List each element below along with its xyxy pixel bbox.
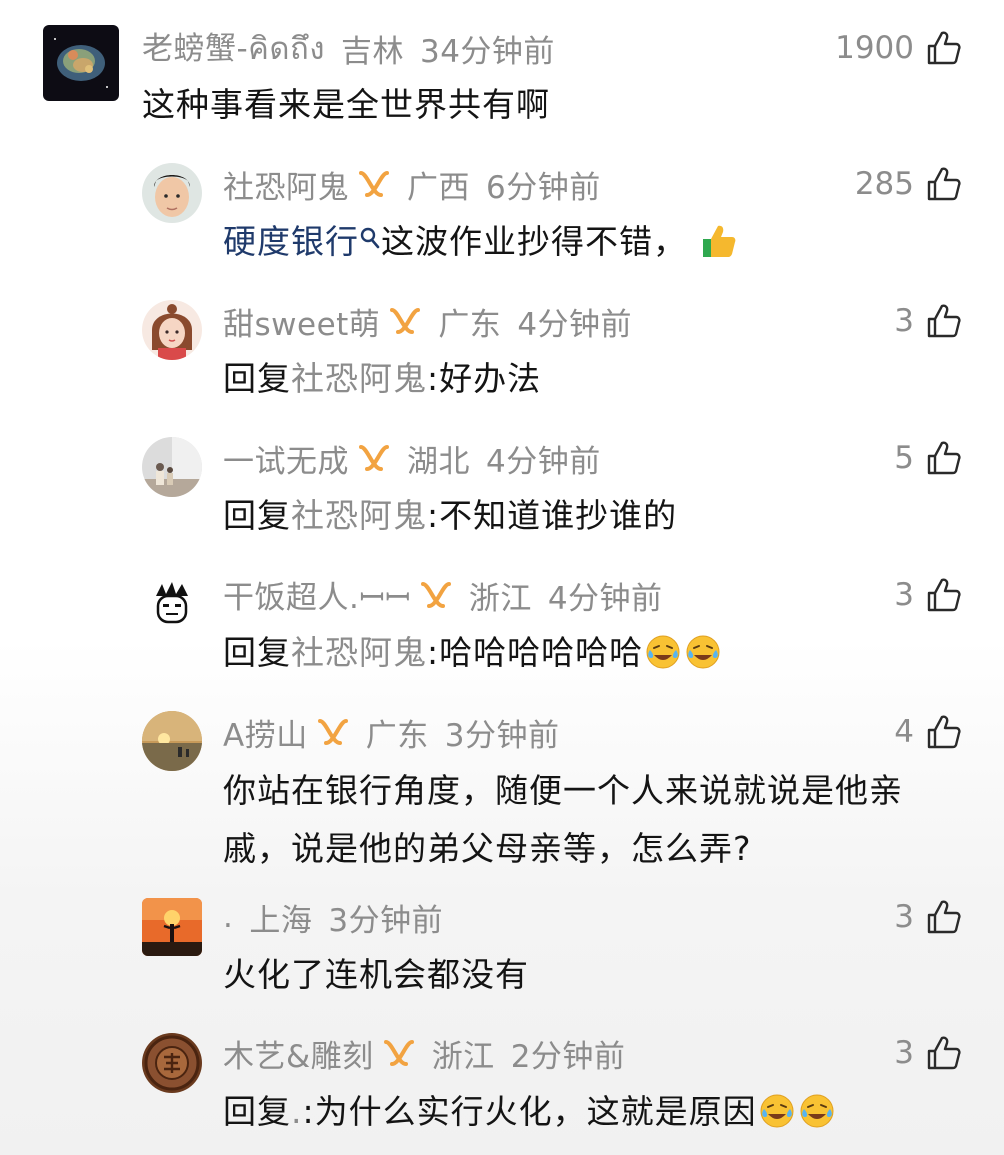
like-button[interactable]: 3 — [894, 299, 962, 343]
thumbs-up-outline-icon[interactable] — [926, 166, 962, 202]
comment-text: 回复.:为什么实行火化，这就是原因 — [223, 1083, 837, 1141]
comment-text-line: 戚，说是他的弟父母亲等，怎么弄? — [223, 829, 752, 868]
timestamp: 4分钟前 — [486, 443, 601, 480]
location: 上海 — [249, 902, 313, 939]
gold-ribbon-badge-icon — [357, 169, 391, 199]
username[interactable]: 木艺&雕刻 — [223, 1031, 374, 1076]
gold-ribbon-badge-icon — [357, 443, 391, 473]
username[interactable]: . — [223, 899, 233, 935]
comment-list: 老螃蟹-คิดถึง 吉林 34分钟前 1900 这种事看来是全世界共有啊 社恐… — [0, 0, 1004, 1155]
thumbs-up-outline-icon[interactable] — [926, 30, 962, 66]
thumbs-up-outline-icon[interactable] — [926, 440, 962, 476]
location: 广东 — [438, 306, 502, 343]
like-count: 285 — [854, 166, 914, 202]
comment-text: 硬度银行 这波作业抄得不错， — [223, 213, 739, 271]
comment-text: 火化了连机会都没有 — [223, 955, 529, 994]
gold-ribbon-badge-icon — [382, 1038, 416, 1068]
sunset-avatar[interactable] — [142, 711, 202, 771]
like-count: 3 — [894, 1035, 914, 1071]
like-button[interactable]: 1900 — [835, 26, 962, 70]
comment-meta: 一试无成 湖北 4分钟前 — [223, 436, 601, 480]
username[interactable]: 社恐阿鬼 — [223, 162, 349, 207]
like-button[interactable]: 3 — [894, 573, 962, 617]
like-button[interactable]: 285 — [855, 162, 962, 206]
orange-sunset-avatar[interactable] — [142, 898, 202, 956]
nebula-avatar[interactable] — [43, 25, 119, 101]
comment-meta: 干饭超人.ꟷꟷ 浙江 4分钟前 — [223, 573, 663, 617]
location: 浙江 — [431, 1038, 495, 1075]
thumbs-up-outline-icon[interactable] — [926, 1035, 962, 1071]
comment-meta: 木艺&雕刻 浙江 2分钟前 — [223, 1031, 625, 1075]
comment-meta: 社恐阿鬼 广西 6分钟前 — [223, 162, 601, 206]
comment-text-line: 你站在银行角度，随便一个人来说就说是他亲 — [223, 771, 903, 810]
like-button[interactable]: 4 — [894, 710, 962, 754]
comment-meta: A捞山 广东 3分钟前 — [223, 710, 559, 754]
like-button[interactable]: 3 — [894, 895, 962, 939]
like-button[interactable]: 3 — [894, 1031, 962, 1075]
reply-target[interactable]: 社恐阿鬼 — [291, 359, 427, 398]
laugh-cry-emoji — [685, 634, 721, 670]
cartoon-face-avatar[interactable] — [142, 574, 202, 634]
gold-ribbon-badge-icon — [419, 580, 453, 610]
location: 广西 — [407, 169, 470, 206]
thumbs-up-outline-icon[interactable] — [926, 899, 962, 935]
thumbs-up-outline-icon[interactable] — [926, 303, 962, 339]
timestamp: 3分钟前 — [328, 902, 444, 939]
comment-text: 回复社恐阿鬼:好办法 — [223, 359, 542, 398]
reply-target[interactable]: 社恐阿鬼 — [291, 633, 427, 672]
comment-text: 这种事看来是全世界共有啊 — [142, 85, 550, 124]
street-photo-avatar[interactable] — [142, 437, 202, 497]
comment-text: 回复社恐阿鬼:不知道谁抄谁的 — [223, 496, 678, 535]
keyword-link[interactable]: 硬度银行 — [223, 222, 359, 261]
username[interactable]: 甜sweet萌 — [223, 299, 380, 344]
timestamp: 4分钟前 — [547, 580, 663, 617]
thumbs-up-outline-icon[interactable] — [926, 577, 962, 613]
young-man-avatar[interactable] — [142, 163, 202, 223]
location: 广东 — [365, 717, 429, 754]
wood-carving-avatar[interactable] — [142, 1033, 202, 1093]
location: 湖北 — [407, 443, 470, 480]
gold-ribbon-badge-icon — [316, 717, 350, 747]
comment-meta: . 上海 3分钟前 — [223, 895, 443, 939]
timestamp: 6分钟前 — [486, 169, 601, 206]
timestamp: 4分钟前 — [517, 306, 633, 343]
timestamp: 34分钟前 — [419, 33, 555, 70]
thumbs-up-outline-icon[interactable] — [926, 714, 962, 750]
username[interactable]: A捞山 — [223, 710, 308, 755]
location: 吉林 — [340, 33, 404, 70]
comment-meta: 甜sweet萌 广东 4分钟前 — [223, 299, 632, 343]
like-count: 3 — [894, 303, 914, 339]
comment-text: 你站在银行角度，随便一个人来说就说是他亲 戚，说是他的弟父母亲等，怎么弄? — [223, 762, 973, 878]
timestamp: 2分钟前 — [510, 1038, 626, 1075]
gold-ribbon-badge-icon — [388, 306, 422, 336]
comment-meta: 老螃蟹-คิดถึง 吉林 34分钟前 — [142, 26, 555, 70]
like-button[interactable]: 5 — [894, 436, 962, 480]
like-count: 3 — [894, 899, 914, 935]
like-count: 5 — [894, 440, 914, 476]
search-icon[interactable] — [359, 225, 381, 251]
location: 浙江 — [468, 580, 532, 617]
username[interactable]: 老螃蟹-คิดถึง — [142, 23, 325, 73]
laugh-cry-emoji — [645, 634, 681, 670]
laugh-cry-emoji — [759, 1093, 795, 1129]
cartoon-girl-avatar[interactable] — [142, 300, 202, 360]
username[interactable]: 一试无成 — [223, 436, 349, 481]
timestamp: 3分钟前 — [444, 717, 560, 754]
comment-text: 回复社恐阿鬼:哈哈哈哈哈哈 — [223, 624, 723, 682]
username[interactable]: 干饭超人.ꟷꟷ — [223, 572, 411, 618]
thumbs-up-emoji — [701, 223, 737, 259]
like-count: 1900 — [835, 30, 914, 66]
reply-target[interactable]: 社恐阿鬼 — [291, 496, 427, 535]
laugh-cry-emoji — [799, 1093, 835, 1129]
reply-target[interactable]: . — [291, 1092, 303, 1131]
like-count: 4 — [894, 714, 914, 750]
like-count: 3 — [894, 577, 914, 613]
